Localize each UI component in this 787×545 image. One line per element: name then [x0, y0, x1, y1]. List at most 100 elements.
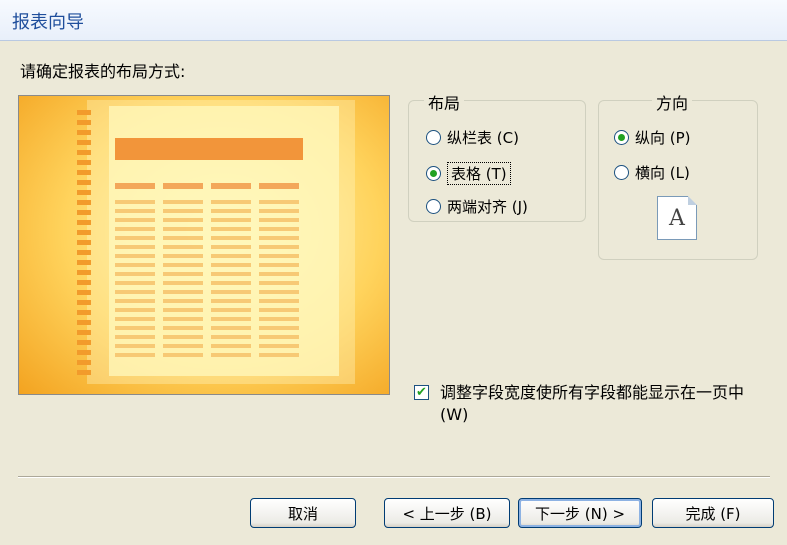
radio-button[interactable] [614, 130, 629, 145]
preview-row-line [163, 290, 203, 294]
layout-group-label: 布局 [424, 90, 465, 114]
preview-row-line [211, 245, 251, 249]
preview-row-line [259, 209, 299, 213]
radio-landscape-label: 横向 (L) [635, 164, 690, 182]
preview-row-line [115, 236, 155, 240]
preview-row-line [211, 308, 251, 312]
preview-row-line [259, 254, 299, 258]
preview-row-line [211, 299, 251, 303]
preview-row-line [115, 245, 155, 249]
preview-row-line [115, 272, 155, 276]
preview-row-line [211, 272, 251, 276]
preview-row-line [163, 326, 203, 330]
preview-row-line [211, 353, 251, 357]
radio-justified-label: 两端对齐 (J) [447, 198, 528, 216]
preview-row-line [211, 218, 251, 222]
preview-row-line [211, 344, 251, 348]
preview-row-line [115, 299, 155, 303]
preview-row-line [211, 281, 251, 285]
button-separator [18, 476, 770, 478]
preview-row-line [115, 227, 155, 231]
preview-row-line [211, 254, 251, 258]
radio-button[interactable] [426, 199, 441, 214]
layout-prompt: 请确定报表的布局方式: [20, 62, 186, 81]
radio-justified[interactable]: 两端对齐 (J) [426, 196, 528, 217]
portrait-page-icon: A [657, 196, 697, 240]
fit-fields-checkbox[interactable]: ✔ [414, 385, 429, 400]
radio-columnar[interactable]: 纵栏表 (C) [426, 127, 519, 148]
next-button[interactable]: 下一步 (N) > [518, 498, 642, 528]
cancel-button[interactable]: 取消 [250, 498, 356, 528]
preview-row-line [163, 335, 203, 339]
radio-button[interactable] [614, 165, 629, 180]
page-letter: A [669, 205, 685, 231]
preview-row-line [259, 308, 299, 312]
preview-row-line [163, 209, 203, 213]
report-header-bar [115, 138, 303, 160]
radio-tabular[interactable]: 表格 (T) [426, 162, 511, 185]
preview-row-line [259, 299, 299, 303]
preview-row-line [211, 227, 251, 231]
title-bar: 报表向导 [0, 0, 787, 41]
preview-row-line [211, 290, 251, 294]
preview-row-line [259, 218, 299, 222]
preview-row-line [163, 272, 203, 276]
preview-row-line [163, 317, 203, 321]
preview-row-line [115, 281, 155, 285]
preview-row-line [259, 281, 299, 285]
preview-row-line [259, 227, 299, 231]
preview-row-line [115, 209, 155, 213]
preview-row-line [259, 326, 299, 330]
radio-landscape[interactable]: 横向 (L) [614, 162, 690, 183]
preview-row-line [211, 236, 251, 240]
preview-row-line [163, 254, 203, 258]
back-button[interactable]: < 上一步 (B) [384, 498, 510, 528]
preview-row-line [259, 263, 299, 267]
preview-row-line [115, 335, 155, 339]
preview-row-line [211, 200, 251, 204]
preview-row-line [115, 353, 155, 357]
preview-row-line [163, 200, 203, 204]
fit-fields-label: 调整字段宽度使所有字段都能显示在一页中 (W) [440, 383, 745, 424]
preview-row-line [115, 200, 155, 204]
preview-row-line [211, 209, 251, 213]
preview-row-line [163, 308, 203, 312]
radio-button[interactable] [426, 166, 441, 181]
preview-row-line [259, 344, 299, 348]
preview-row-line [259, 245, 299, 249]
preview-row-line [163, 281, 203, 285]
radio-button[interactable] [426, 130, 441, 145]
preview-row-line [115, 308, 155, 312]
preview-row-line [163, 227, 203, 231]
orientation-group-label: 方向 [652, 90, 693, 114]
preview-row-line [115, 263, 155, 267]
preview-row-line [115, 317, 155, 321]
radio-portrait[interactable]: 纵向 (P) [614, 127, 691, 148]
preview-row-line [211, 317, 251, 321]
preview-row-line [211, 335, 251, 339]
preview-row-line [259, 272, 299, 276]
preview-row-line [259, 335, 299, 339]
page-spine [77, 110, 91, 380]
preview-row-line [163, 263, 203, 267]
radio-portrait-label: 纵向 (P) [635, 129, 691, 147]
finish-button[interactable]: 完成 (F) [652, 498, 774, 528]
preview-row-line [115, 344, 155, 348]
radio-tabular-label: 表格 (T) [447, 162, 511, 185]
window-title: 报表向导 [12, 12, 84, 33]
preview-row-line [259, 290, 299, 294]
preview-row-line [163, 344, 203, 348]
radio-columnar-label: 纵栏表 (C) [447, 129, 519, 147]
preview-row-line [211, 326, 251, 330]
preview-row-line [259, 236, 299, 240]
preview-row-line [259, 200, 299, 204]
preview-row-line [259, 353, 299, 357]
preview-row-line [259, 317, 299, 321]
layout-preview-image [18, 95, 390, 395]
preview-row-line [115, 254, 155, 258]
preview-row-line [163, 299, 203, 303]
preview-row-line [163, 218, 203, 222]
preview-row-line [163, 236, 203, 240]
preview-row-line [163, 245, 203, 249]
preview-row-line [115, 290, 155, 294]
